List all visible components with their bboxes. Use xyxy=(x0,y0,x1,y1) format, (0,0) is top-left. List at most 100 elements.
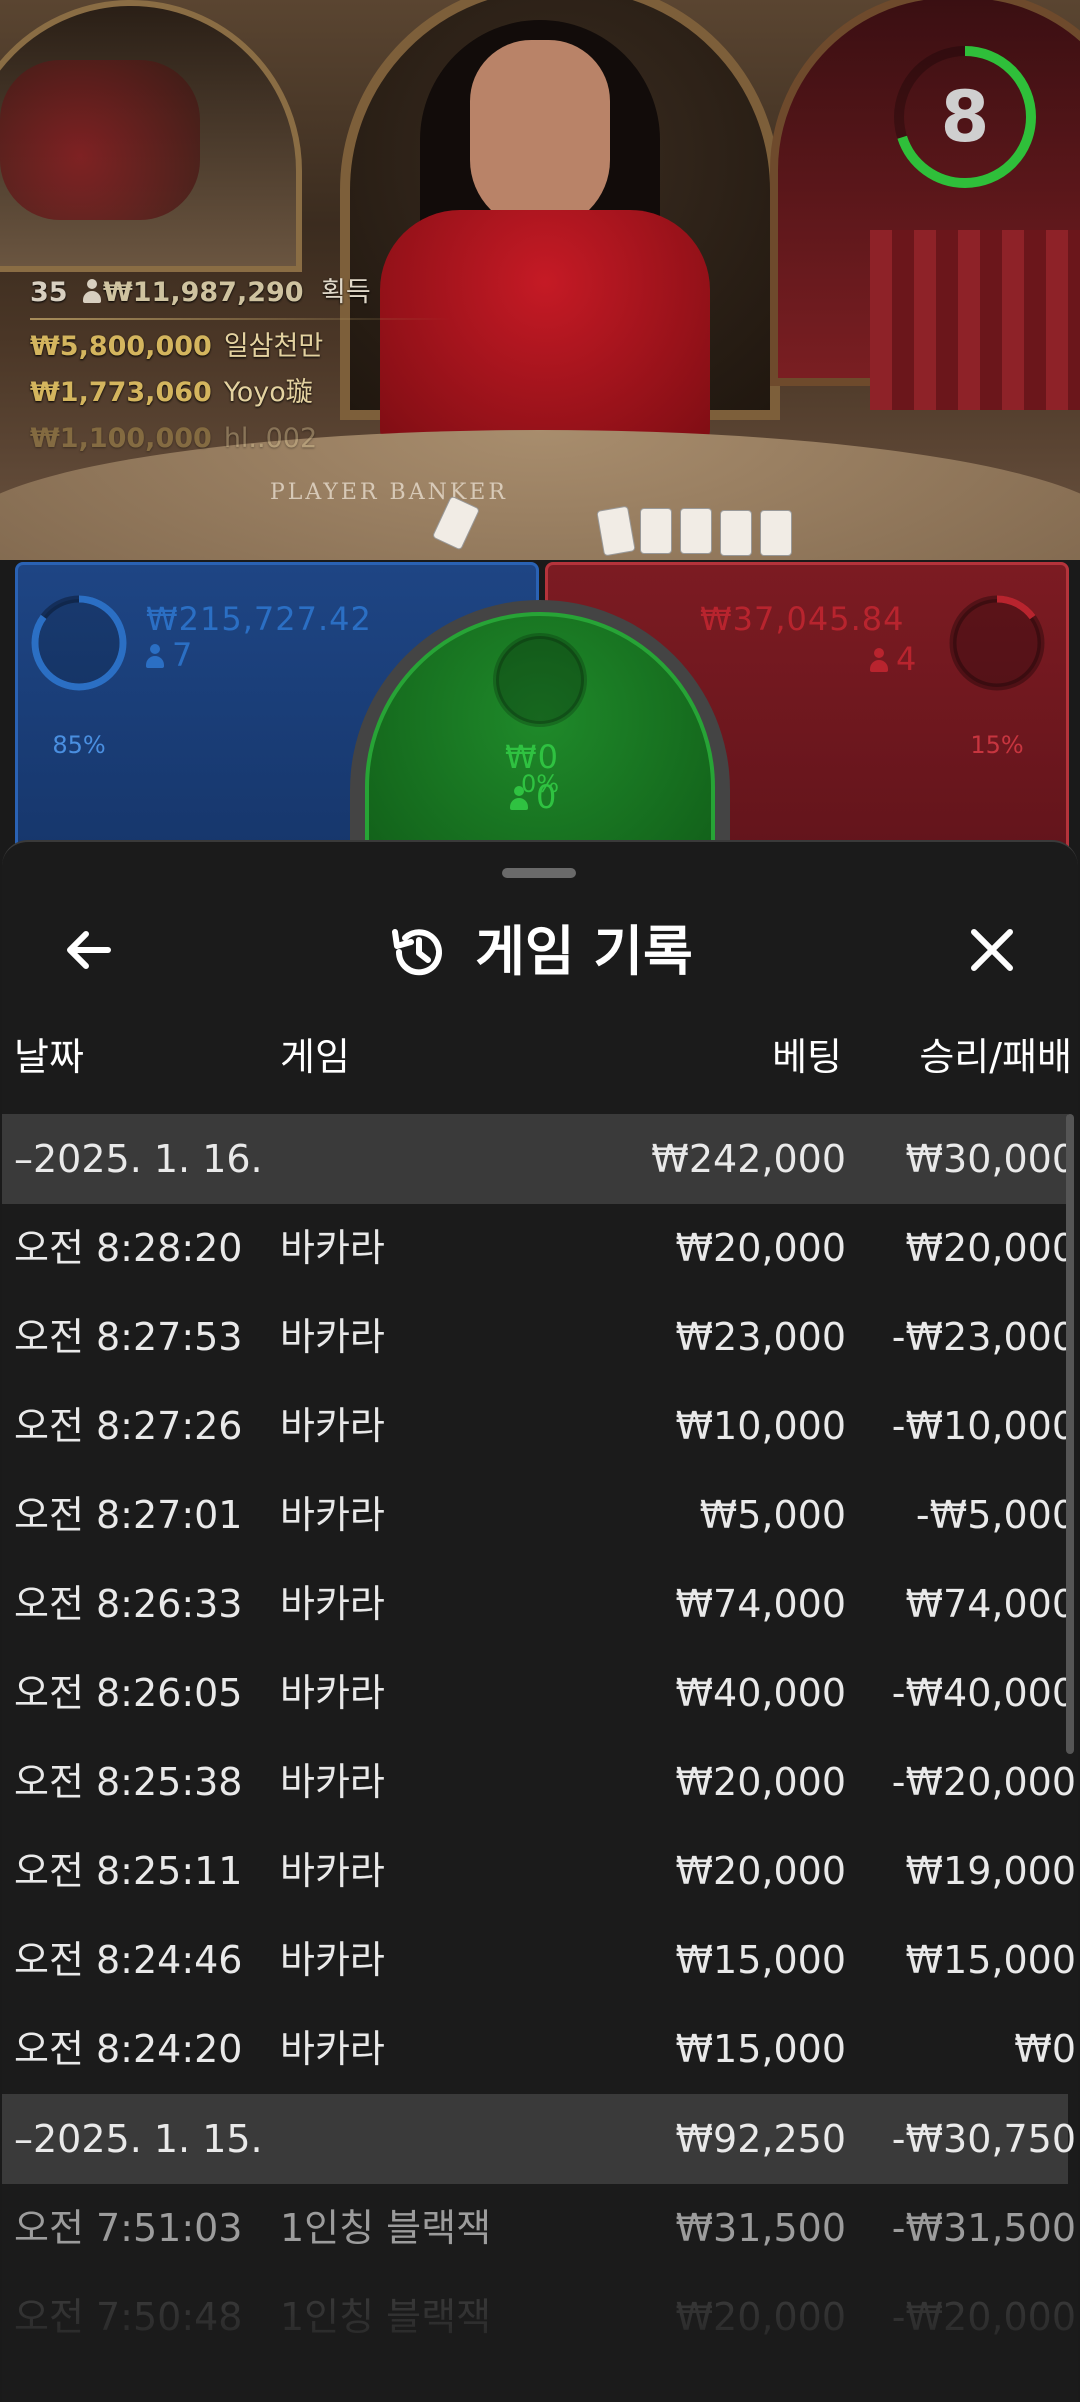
row-win-loss: -₩30,750 xyxy=(891,2117,1076,2161)
history-icon xyxy=(392,929,443,976)
row-bet: ₩92,250 xyxy=(675,2117,846,2161)
history-row[interactable]: 오전 8:27:53 바카라 ₩23,000 -₩23,000 xyxy=(2,1293,1076,1382)
player-percent-ring: 85% xyxy=(30,594,128,759)
row-game: 바카라 xyxy=(280,1849,385,1893)
row-game: 바카라 xyxy=(280,1582,385,1626)
history-row[interactable]: 오전 8:26:33 바카라 ₩74,000 ₩74,000 xyxy=(2,1560,1076,1649)
close-icon xyxy=(971,929,1013,971)
row-win-loss: -₩10,000 xyxy=(891,1404,1076,1448)
row-game: 바카라 xyxy=(280,1671,385,1715)
playing-card xyxy=(680,508,712,554)
row-date: 오전 8:27:01 xyxy=(14,1493,243,1537)
row-bet: ₩5,000 xyxy=(699,1493,846,1537)
page-title: 게임 기록 xyxy=(475,920,693,983)
row-win-loss: ₩0 xyxy=(1014,2027,1076,2071)
timer-value: 8 xyxy=(940,76,990,158)
column-header-game: 게임 xyxy=(280,1035,350,1079)
date-group-row[interactable]: –2025. 1. 16. ₩242,000 ₩30,000 xyxy=(2,1114,1076,1204)
date-group-row[interactable]: –2025. 1. 15. ₩92,250 -₩30,750 xyxy=(2,2094,1076,2184)
row-date: –2025. 1. 15. xyxy=(14,2117,263,2161)
table-print: PLAYER BANKER xyxy=(270,480,508,505)
history-row[interactable]: 오전 7:51:03 1인칭 블랙잭 ₩31,500 -₩31,500 xyxy=(2,2184,1076,2273)
row-bet: ₩20,000 xyxy=(675,1226,846,1270)
row-date: 오전 8:25:11 xyxy=(14,1849,243,1893)
row-date: 오전 8:28:20 xyxy=(14,1226,243,1270)
row-game: 바카라 xyxy=(280,1938,385,1982)
history-list: –2025. 1. 16. ₩242,000 ₩30,000 오전 8:28:20 바카… xyxy=(2,1114,1076,2362)
person-icon xyxy=(870,648,888,672)
player-bet-amount: ₩215,727.42 xyxy=(146,600,372,638)
game-history-sheet: 게임 기록 날짜 게임 베팅 승리/패배 –2025. 1. 16. ₩242,0… xyxy=(2,840,1078,2402)
row-bet: ₩242,000 xyxy=(651,1137,846,1181)
sheet-header: 게임 기록 xyxy=(2,902,1078,1002)
playing-card xyxy=(760,510,792,556)
winners-total: 35 ₩11,987,290 획득 xyxy=(30,270,450,316)
dealer-face xyxy=(470,40,610,230)
history-row[interactable]: 오전 8:24:46 바카라 ₩15,000 ₩15,000 xyxy=(2,1916,1076,2005)
playing-card xyxy=(640,508,672,554)
column-header-date: 날짜 xyxy=(14,1035,84,1079)
row-date: 오전 7:51:03 xyxy=(14,2206,243,2250)
history-row[interactable]: 오전 8:28:20 바카라 ₩20,000 ₩20,000 xyxy=(2,1204,1076,1293)
banker-bet-amount: ₩37,045.84 xyxy=(700,600,905,638)
player-ring-icon xyxy=(31,595,127,691)
history-row[interactable]: 오전 8:27:26 바카라 ₩10,000 -₩10,000 xyxy=(2,1382,1076,1471)
background-dealer-left xyxy=(0,60,200,220)
scrollbar[interactable] xyxy=(1066,1114,1074,1754)
row-win-loss: -₩5,000 xyxy=(915,1493,1076,1537)
winner-amount: ₩1,773,060 xyxy=(30,377,212,408)
row-date: 오전 8:25:38 xyxy=(14,1760,243,1804)
history-row[interactable]: 오전 8:27:01 바카라 ₩5,000 -₩5,000 xyxy=(2,1471,1076,1560)
history-row[interactable]: 오전 8:26:05 바카라 ₩40,000 -₩40,000 xyxy=(2,1649,1076,1738)
row-bet: ₩23,000 xyxy=(675,1315,846,1359)
row-game: 바카라 xyxy=(280,1404,385,1448)
row-win-loss: ₩20,000 xyxy=(905,1226,1076,1270)
row-win-loss: ₩74,000 xyxy=(905,1582,1076,1626)
tie-bet-amount: ₩0 xyxy=(505,738,559,776)
sheet-drag-handle[interactable] xyxy=(502,868,576,878)
winner-name: hl..002 xyxy=(223,423,318,454)
row-bet: ₩10,000 xyxy=(675,1404,846,1448)
row-game: 바카라 xyxy=(280,1493,385,1537)
winners-ticker: 35 ₩11,987,290 획득 ₩5,800,000 일삼천만 ₩1,773,… xyxy=(30,270,450,462)
winner-name: 일삼천만 xyxy=(223,331,324,362)
winner-row: ₩5,800,000 일삼천만 xyxy=(30,324,450,370)
tie-ring-icon xyxy=(493,633,587,727)
tie-percent-ring: 0% xyxy=(490,630,590,798)
history-row[interactable]: 오전 8:24:20 바카라 ₩15,000 ₩0 xyxy=(2,2005,1076,2094)
player-bettor-count: 7 xyxy=(146,636,193,674)
playing-card xyxy=(720,510,752,556)
row-bet: ₩15,000 xyxy=(675,1938,846,1982)
row-bet: ₩31,500 xyxy=(675,2206,846,2250)
row-bet: ₩15,000 xyxy=(675,2027,846,2071)
winner-row: ₩1,773,060 Yoyo璇 xyxy=(30,370,450,416)
row-game: 1인칭 블랙잭 xyxy=(280,2206,492,2250)
row-win-loss: ₩15,000 xyxy=(905,1938,1076,1982)
close-button[interactable] xyxy=(954,912,1030,988)
row-bet: ₩20,000 xyxy=(675,1849,846,1893)
row-bet: ₩40,000 xyxy=(675,1671,846,1715)
row-game: 바카라 xyxy=(280,2027,385,2071)
row-win-loss: ₩30,000 xyxy=(905,1137,1076,1181)
row-bet: ₩20,000 xyxy=(675,1760,846,1804)
background-curtain xyxy=(870,230,1080,410)
row-win-loss: -₩23,000 xyxy=(891,1315,1076,1359)
history-row[interactable]: 오전 8:25:38 바카라 ₩20,000 -₩20,000 xyxy=(2,1738,1076,1827)
row-win-loss: -₩20,000 xyxy=(891,1760,1076,1804)
row-date: 오전 8:26:33 xyxy=(14,1582,243,1626)
tie-bettor-count: 0 xyxy=(510,778,557,816)
row-date: 오전 8:27:26 xyxy=(14,1404,243,1448)
winner-amount: ₩1,100,000 xyxy=(30,423,212,454)
row-win-loss: -₩40,000 xyxy=(891,1671,1076,1715)
row-date: 오전 8:24:20 xyxy=(14,2027,243,2071)
column-header-bet: 베팅 xyxy=(772,1035,842,1079)
row-win-loss: -₩31,500 xyxy=(891,2206,1076,2250)
winners-total-amount: ₩11,987,290 xyxy=(102,277,304,308)
column-header-win-loss: 승리/패배 xyxy=(919,1035,1072,1079)
banker-percent: 15% xyxy=(970,731,1024,759)
row-date: 오전 8:24:46 xyxy=(14,1938,243,1982)
person-icon xyxy=(146,644,164,668)
history-row[interactable]: 오전 8:25:11 바카라 ₩20,000 ₩19,000 xyxy=(2,1827,1076,1916)
row-game: 바카라 xyxy=(280,1760,385,1804)
row-game: 바카라 xyxy=(280,1226,385,1270)
